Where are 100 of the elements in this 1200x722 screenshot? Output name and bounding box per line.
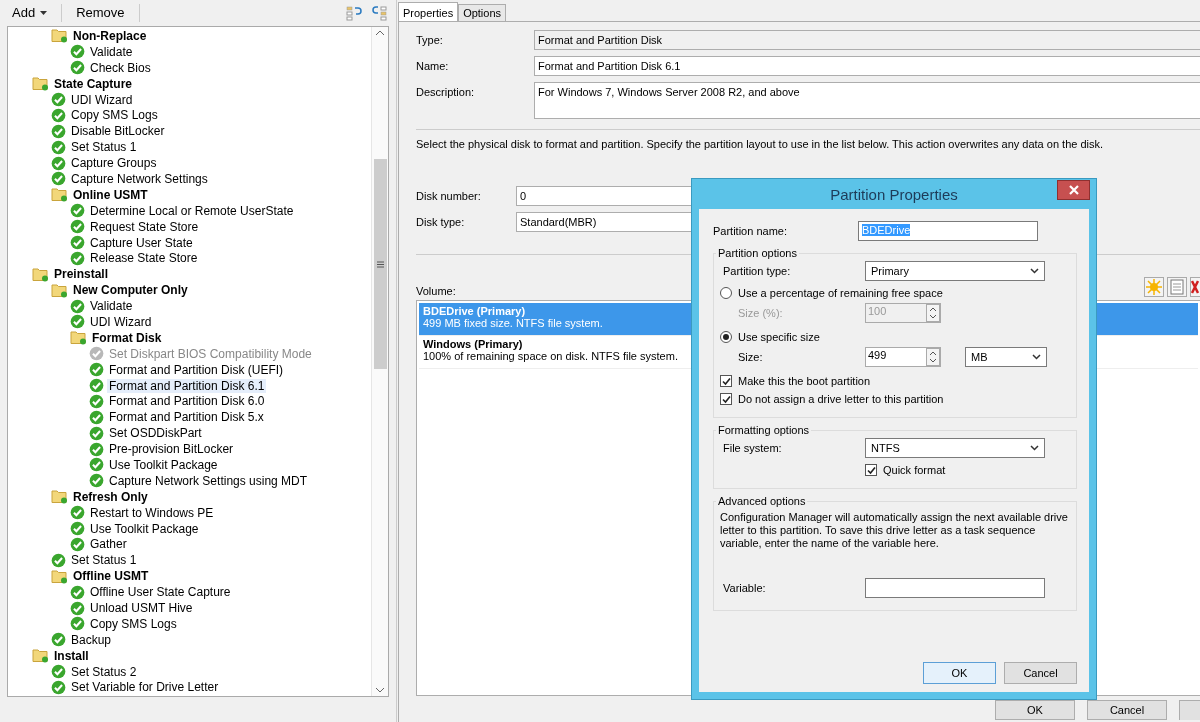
close-icon[interactable]: [1057, 180, 1090, 200]
tree-step[interactable]: Check Bios: [88, 60, 153, 75]
tree-step[interactable]: Use Toolkit Package: [88, 521, 201, 536]
instruction-text: Select the physical disk to format and partition. Specify the partition layout to use in the list below. This action overwrites any data on the disk.: [416, 138, 1105, 150]
group-title: Formatting options: [717, 424, 811, 436]
tree-step[interactable]: Capture Network Settings using MDT: [107, 473, 310, 488]
check-icon: [89, 378, 104, 394]
tree-step[interactable]: Set Status 1: [69, 553, 139, 568]
tree-group[interactable]: Refresh Only: [71, 489, 150, 504]
checkbox[interactable]: [720, 393, 732, 405]
check-icon: [89, 362, 104, 378]
tree-group[interactable]: Offline USMT: [71, 569, 151, 584]
check-icon: [51, 123, 66, 139]
checkbox[interactable]: [865, 464, 877, 476]
tree-step[interactable]: Release State Store: [88, 251, 200, 266]
tree-step[interactable]: Set OSDDiskPart: [107, 426, 204, 441]
tree-step[interactable]: UDI Wizard: [88, 314, 154, 329]
text-area[interactable]: For Windows 7, Windows Server 2008 R2, and above: [534, 82, 1200, 119]
tree-step[interactable]: Capture User State: [88, 235, 195, 250]
spin-arrows-icon[interactable]: [926, 348, 940, 366]
tree-step[interactable]: Use Toolkit Package: [107, 458, 220, 472]
tree-step[interactable]: Copy SMS Logs: [88, 616, 179, 631]
dropdown[interactable]: MB: [965, 347, 1047, 367]
option-label: Do not assign a drive letter to this partition: [738, 393, 944, 405]
dropdown[interactable]: NTFS: [865, 438, 1045, 458]
radio-button[interactable]: [720, 287, 732, 299]
dialog-button[interactable]: OK: [923, 662, 996, 684]
tree-group[interactable]: Format Disk: [90, 330, 164, 345]
tree-step[interactable]: Validate: [88, 299, 135, 314]
tree-group[interactable]: New Computer Only: [71, 283, 190, 298]
tree-step[interactable]: Gather: [88, 537, 129, 552]
check-icon: [89, 346, 104, 362]
field-label: Disk type:: [416, 215, 466, 228]
group-title: Partition options: [717, 247, 798, 259]
tree-step[interactable]: Set Variable for Drive Letter: [69, 680, 221, 695]
input-field[interactable]: [865, 578, 1045, 598]
check-icon: [70, 298, 85, 314]
field-label: Partition name:: [713, 225, 788, 237]
delete-icon[interactable]: [1190, 277, 1200, 297]
add-menu[interactable]: Add: [8, 5, 52, 20]
tree-step[interactable]: Format and Partition Disk 5.x: [107, 410, 266, 425]
option-label: Use a percentage of remaining free space: [738, 287, 943, 299]
tree-step[interactable]: Offline User State Capture: [88, 585, 233, 600]
dialog-button[interactable]: Cancel: [1004, 662, 1077, 684]
tree-step[interactable]: Restart to Windows PE: [88, 505, 216, 520]
check-icon: [70, 219, 85, 235]
check-icon: [70, 203, 85, 219]
tree-step[interactable]: Disable BitLocker: [69, 124, 167, 139]
help-text: Configuration Manager will automatically assign the next available drive letter to this partition. To save this drive letter as a task sequence variable, enter the name of the variable here.: [720, 511, 1068, 550]
tree-step[interactable]: Format and Partition Disk 6.0: [107, 394, 267, 409]
star-icon[interactable]: [1144, 277, 1164, 297]
list-down-arrow-icon[interactable]: [372, 4, 388, 21]
tree-group[interactable]: Non-Replace: [71, 28, 149, 43]
tab[interactable]: Properties: [398, 2, 459, 21]
dialog-button[interactable]: OK: [995, 700, 1075, 720]
tree-step[interactable]: Format and Partition Disk (UEFI): [107, 362, 286, 377]
tree-step[interactable]: Pre-provision BitLocker: [107, 442, 236, 457]
tree-group[interactable]: Install: [52, 648, 91, 663]
tree-group[interactable]: Preinstall: [52, 267, 111, 282]
input-field[interactable]: Format and Partition Disk: [534, 30, 1200, 50]
dialog-title: Partition Properties: [830, 185, 958, 203]
remove-button[interactable]: Remove: [72, 5, 129, 20]
tree-step[interactable]: Unload USMT Hive: [88, 601, 195, 615]
tree-step[interactable]: Determine Local or Remote UserState: [88, 203, 296, 218]
tree-step[interactable]: Format and Partition Disk 6.1: [107, 378, 267, 393]
option-label: Use specific size: [738, 331, 820, 343]
tree-step[interactable]: Set Status 1: [69, 140, 139, 155]
tree-step[interactable]: Request State Store: [88, 219, 201, 234]
tree-step[interactable]: Backup: [69, 632, 114, 647]
list-up-arrow-icon[interactable]: [346, 4, 362, 21]
tree-step[interactable]: UDI Wizard: [69, 92, 135, 107]
field-label: Name:: [416, 59, 450, 72]
check-icon: [70, 250, 85, 266]
grip-icon[interactable]: [376, 260, 384, 268]
input-field[interactable]: Format and Partition Disk 6.1: [534, 56, 1200, 76]
check-icon: [51, 92, 66, 107]
field-label: File system:: [722, 442, 783, 454]
number-field[interactable]: 499: [865, 347, 941, 367]
dropdown[interactable]: Primary: [865, 261, 1045, 281]
field-label: Partition type:: [722, 265, 792, 277]
tree-step[interactable]: Copy SMS Logs: [69, 108, 160, 123]
tree-step[interactable]: Set Status 2: [69, 664, 139, 679]
folder-icon: [32, 266, 49, 282]
spin-arrows-icon[interactable]: [926, 304, 940, 322]
field-label: Variable:: [722, 582, 767, 594]
tree-step[interactable]: Capture Network Settings: [69, 171, 210, 186]
tree-group[interactable]: Online USMT: [71, 187, 150, 202]
tree-step[interactable]: Validate: [88, 44, 135, 59]
tree-group[interactable]: State Capture: [52, 76, 135, 91]
radio-button[interactable]: [720, 331, 732, 343]
folder-icon: [51, 489, 68, 505]
field-label: Description:: [416, 85, 476, 98]
field-label: Type:: [416, 33, 444, 46]
checkbox[interactable]: [720, 375, 732, 387]
tree-step[interactable]: Capture Groups: [69, 156, 159, 171]
check-icon: [70, 536, 85, 552]
dialog-button[interactable]: Cancel: [1087, 700, 1167, 720]
check-icon: [89, 473, 104, 489]
tab[interactable]: Options: [458, 4, 507, 21]
check-icon: [70, 584, 85, 600]
